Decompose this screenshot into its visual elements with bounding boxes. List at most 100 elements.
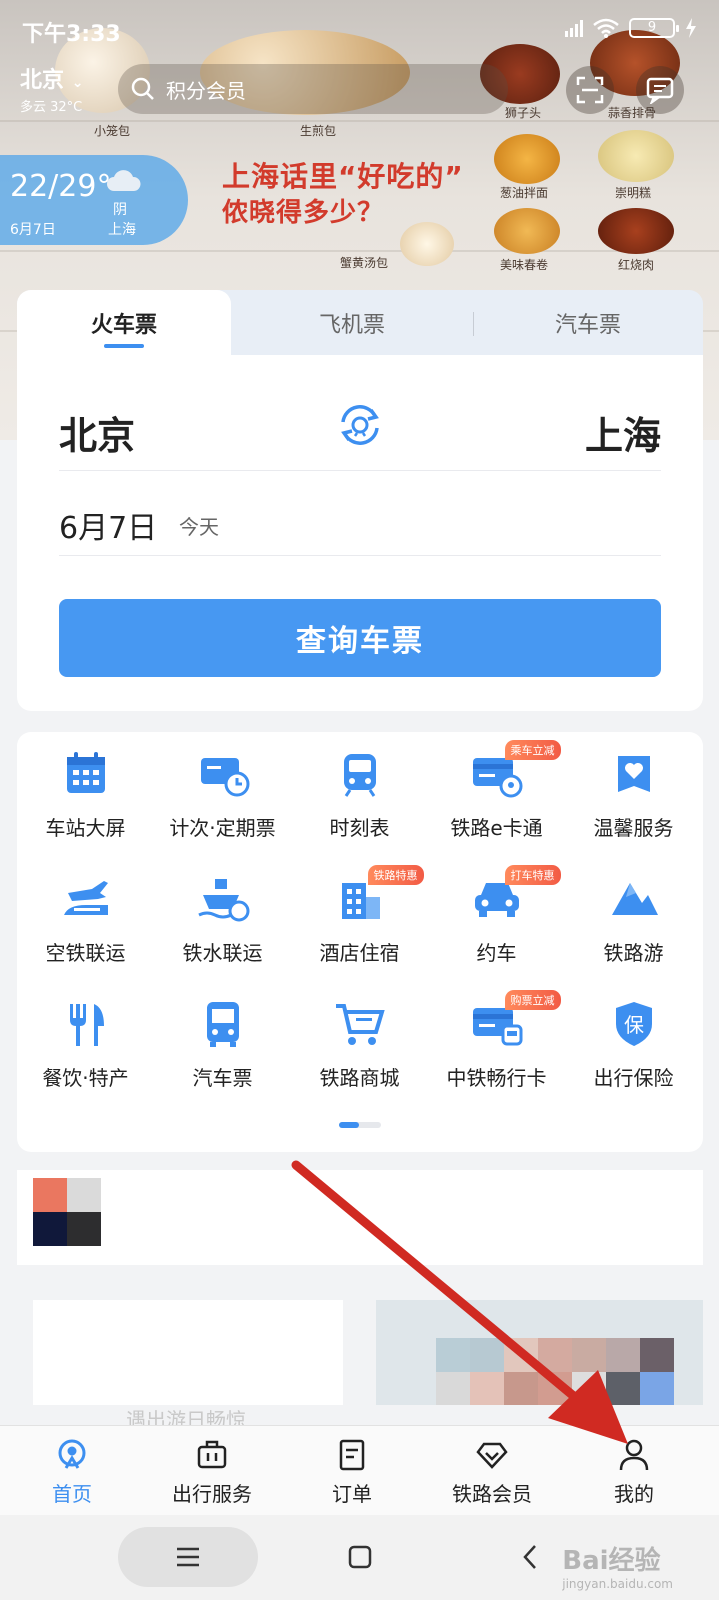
service-e-card[interactable]: 乘车立减 铁路e卡通 — [428, 732, 565, 842]
travel-date-note: 今天 — [179, 515, 219, 539]
nav-my[interactable]: 我的 — [574, 1434, 694, 1510]
service-badge: 打车特惠 — [504, 865, 561, 885]
query-tickets-button[interactable]: 查询车票 — [59, 599, 661, 677]
search-icon — [131, 77, 154, 100]
service-label: 铁路e卡通 — [450, 816, 543, 840]
back-chevron-icon — [523, 1545, 536, 1569]
service-label: 汽车票 — [192, 1066, 253, 1090]
status-bar: 下午3:33 9 — [0, 0, 719, 60]
weather-location: 上海 — [108, 222, 136, 238]
food-label: 生煎包 — [300, 124, 337, 138]
status-time: 下午3:33 — [22, 22, 121, 47]
departure-city[interactable]: 北京 — [59, 405, 135, 460]
service-label: 约车 — [476, 941, 517, 965]
battery-icon: 9 — [629, 18, 679, 38]
bus-icon — [206, 1002, 239, 1047]
service-label: 车站大屏 — [45, 816, 126, 840]
tab-train-ticket[interactable]: 火车票 — [17, 290, 231, 356]
service-badge: 购票立减 — [504, 990, 561, 1010]
service-badge: 乘车立减 — [504, 740, 561, 760]
ticket-clock-icon — [200, 758, 249, 797]
tab-underline — [104, 344, 144, 348]
nav-label: 出行服务 — [172, 1482, 252, 1506]
nav-orders[interactable]: 订单 — [292, 1434, 412, 1510]
menu-button[interactable] — [118, 1527, 258, 1587]
square-home-icon — [348, 1545, 372, 1569]
scan-icon — [576, 76, 604, 104]
service-air-rail[interactable]: 空铁联运 — [17, 857, 154, 967]
tab-bus-ticket[interactable]: 汽车票 — [477, 290, 699, 356]
hongshaorou-image — [598, 208, 674, 254]
nav-home[interactable]: 首页 — [12, 1434, 132, 1510]
service-food[interactable]: 餐饮·特产 — [17, 982, 154, 1092]
service-insurance[interactable]: 保 出行保险 — [565, 982, 702, 1092]
service-periodic-ticket[interactable]: 计次·定期票 — [154, 732, 291, 842]
service-label: 铁路商城 — [319, 1066, 400, 1090]
city-selector[interactable]: 北京 ⌄ 多云 32°C — [20, 62, 83, 115]
travel-date[interactable]: 6月7日 — [59, 503, 157, 547]
service-station-screen[interactable]: 车站大屏 — [17, 732, 154, 842]
heart-box-icon — [617, 756, 650, 792]
wifi-icon — [593, 18, 619, 38]
food-label: 狮子头 — [505, 106, 542, 120]
service-label: 空铁联运 — [45, 941, 126, 965]
arrival-city[interactable]: 上海 — [585, 405, 661, 460]
weather-card[interactable]: 22/29° 6月7日 阴 上海 — [0, 155, 188, 245]
service-label: 时刻表 — [329, 816, 390, 840]
banner-subtitle: 侬晓得多少？ — [222, 198, 385, 228]
message-button[interactable] — [636, 66, 684, 114]
fork-knife-icon — [69, 1004, 104, 1046]
divider — [59, 555, 661, 556]
service-badge: 铁路特惠 — [367, 865, 424, 885]
service-rail-water[interactable]: 铁水联运 — [154, 857, 291, 967]
diamond-icon — [476, 1442, 508, 1469]
divider — [59, 470, 661, 471]
home-rail-icon — [58, 1439, 86, 1469]
city-name: 北京 — [20, 68, 65, 93]
swap-cities-icon[interactable] — [335, 400, 385, 450]
ticket-tabs: 火车票 飞机票 汽车票 — [17, 290, 703, 360]
nav-label: 我的 — [614, 1482, 654, 1506]
nav-membership[interactable]: 铁路会员 — [432, 1434, 552, 1510]
scan-button[interactable] — [566, 66, 614, 114]
services-grid: 车站大屏 计次·定期票 时刻表 乘车立减 铁路e卡通 温馨服务 空铁联运 铁水联… — [17, 732, 703, 1152]
nav-label: 订单 — [332, 1482, 372, 1506]
tab-label: 汽车票 — [554, 313, 621, 338]
service-hotel[interactable]: 铁路特惠 酒店住宿 — [291, 857, 428, 967]
shield-bao-icon: 保 — [606, 996, 662, 1052]
home-button[interactable] — [330, 1527, 390, 1587]
service-label: 计次·定期票 — [169, 816, 276, 840]
screen: 小笼包 生煎包 狮子头 蒜香排骨 葱油拌面 崇明糕 蟹黄汤包 美味春卷 红烧肉 … — [0, 0, 719, 1600]
food-label: 蟹黄汤包 — [340, 256, 389, 270]
service-ride[interactable]: 打车特惠 约车 — [428, 857, 565, 967]
service-bus[interactable]: 汽车票 — [154, 982, 291, 1092]
chongminggao-image — [598, 130, 674, 182]
food-label: 崇明糕 — [615, 186, 652, 200]
nav-label: 首页 — [52, 1482, 92, 1506]
congyoubanmian-image — [494, 134, 560, 184]
signal-icon — [565, 19, 583, 37]
promo-strip[interactable] — [17, 1170, 703, 1265]
promo-card-left[interactable] — [33, 1300, 343, 1405]
mountain-icon — [611, 883, 658, 915]
train-front-icon — [343, 754, 376, 797]
service-mall[interactable]: 铁路商城 — [291, 982, 428, 1092]
tab-label: 飞机票 — [318, 313, 385, 338]
service-label: 出行保险 — [593, 1066, 674, 1090]
nav-travel-services[interactable]: 出行服务 — [152, 1434, 272, 1510]
service-label: 酒店住宿 — [319, 941, 400, 965]
tab-flight-ticket[interactable]: 飞机票 — [241, 290, 463, 356]
weather-condition: 阴 — [113, 202, 127, 218]
service-label: 温馨服务 — [593, 816, 674, 840]
search-placeholder: 积分会员 — [166, 78, 246, 103]
tab-label: 火车票 — [90, 313, 157, 338]
grid-page-indicator — [339, 1122, 381, 1128]
service-travel-card[interactable]: 购票立减 中铁畅行卡 — [428, 982, 565, 1092]
search-bar[interactable]: 积分会员 — [118, 64, 508, 114]
service-timetable[interactable]: 时刻表 — [291, 732, 428, 842]
promo-card-right[interactable] — [376, 1300, 703, 1405]
service-rail-travel[interactable]: 铁路游 — [565, 857, 702, 967]
plane-train-icon — [63, 881, 108, 915]
back-button[interactable] — [500, 1527, 560, 1587]
service-care[interactable]: 温馨服务 — [565, 732, 702, 842]
